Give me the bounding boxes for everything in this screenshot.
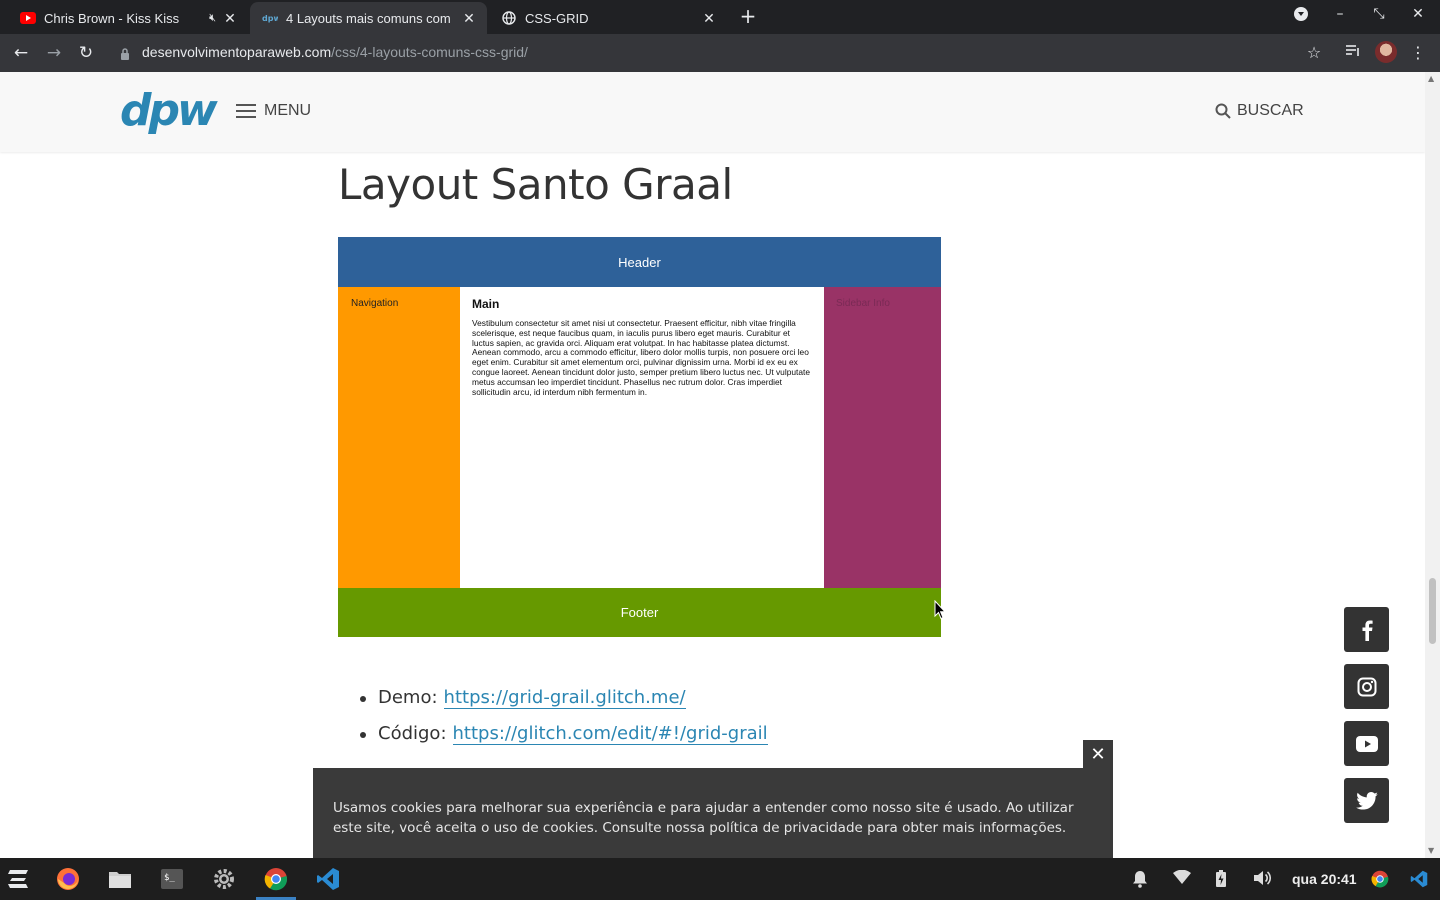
facebook-icon — [1362, 620, 1373, 641]
link-label: Código: — [378, 723, 447, 744]
mouse-cursor-icon — [934, 600, 946, 620]
instagram-button[interactable] — [1344, 664, 1389, 709]
tab-title: CSS-GRID — [525, 10, 589, 26]
web-page: dpw MENU BUSCAR Layout Santo Graal Heade… — [0, 72, 1425, 858]
lock-icon[interactable] — [120, 45, 130, 64]
figure-sidebar: Sidebar Info — [824, 287, 941, 588]
search-button[interactable]: BUSCAR — [1215, 102, 1304, 120]
forward-arrow-icon[interactable]: → — [43, 42, 65, 64]
close-tab-icon[interactable]: ✕ — [461, 10, 477, 27]
tab-title: 4 Layouts mais comuns com — [286, 10, 451, 26]
menu-label: MENU — [264, 102, 312, 119]
twitter-icon — [1355, 791, 1378, 810]
firefox-icon[interactable] — [55, 866, 81, 892]
figure-footer: Footer — [338, 588, 941, 637]
tab-title: Chris Brown - Kiss Kiss — [44, 10, 180, 26]
instagram-icon — [1357, 677, 1376, 696]
wifi-icon[interactable] — [1173, 869, 1191, 888]
scroll-down-arrow-icon[interactable]: ▼ — [1428, 846, 1434, 855]
volume-icon[interactable] — [1253, 870, 1272, 890]
close-window-icon[interactable]: ✕ — [1408, 6, 1428, 22]
notification-bell-icon[interactable] — [1132, 870, 1148, 892]
bookmark-star-icon[interactable]: ☆ — [1303, 43, 1325, 62]
tab-4-layouts[interactable]: dpw 4 Layouts mais comuns com ✕ — [250, 2, 487, 34]
figure-navigation: Navigation — [338, 287, 460, 588]
url-path: /css/4-layouts-comuns-css-grid/ — [331, 44, 528, 60]
svg-text:$_: $_ — [164, 873, 175, 883]
chrome-tray-icon[interactable] — [1371, 870, 1389, 892]
os-taskbar: $_ qua 20:41 — [0, 858, 1440, 900]
browser-tab-strip: Chris Brown - Kiss Kiss 🔇︎ ✕ dpw 4 Layou… — [0, 0, 1440, 34]
restore-icon[interactable]: ⤡ — [1369, 6, 1389, 22]
new-tab-button[interactable]: + — [738, 6, 758, 26]
dpw-icon: dpw — [262, 10, 278, 26]
youtube-icon — [1355, 735, 1378, 752]
youtube-button[interactable] — [1344, 721, 1389, 766]
terminal-icon[interactable]: $_ — [159, 866, 185, 892]
profile-avatar[interactable] — [1375, 41, 1397, 63]
clock[interactable]: qua 20:41 — [1292, 871, 1357, 887]
scroll-up-arrow-icon[interactable]: ▲ — [1428, 74, 1434, 83]
back-arrow-icon[interactable]: ← — [10, 42, 32, 64]
cookie-banner: Usamos cookies para melhorar sua experiê… — [313, 768, 1113, 858]
close-tab-icon[interactable]: ✕ — [222, 10, 238, 27]
search-icon — [1215, 103, 1231, 119]
search-label: BUSCAR — [1237, 102, 1304, 119]
zorin-menu-icon[interactable] — [6, 866, 32, 892]
globe-icon — [501, 10, 517, 26]
figure-main: Main Vestibulum consectetur sit amet nis… — [460, 287, 824, 588]
battery-icon[interactable] — [1215, 870, 1227, 892]
page-scrollbar[interactable]: ▲ ▼ — [1425, 72, 1440, 858]
site-header: dpw MENU BUSCAR — [0, 72, 1425, 152]
settings-gear-icon[interactable] — [211, 866, 237, 892]
address-toolbar: ← → ↻ desenvolvimentoparaweb.com/css/4-l… — [0, 34, 1440, 72]
link-list: Demo: https://grid-grail.glitch.me/ Códig… — [358, 682, 768, 754]
minimize-icon[interactable]: – — [1330, 6, 1350, 22]
svg-text:dpw: dpw — [262, 14, 278, 23]
tab-css-grid[interactable]: CSS-GRID ✕ — [489, 2, 727, 34]
media-queue-icon[interactable] — [1342, 43, 1364, 62]
article-heading: Layout Santo Graal — [338, 160, 733, 209]
tab-youtube[interactable]: Chris Brown - Kiss Kiss 🔇︎ ✕ — [8, 2, 248, 34]
chrome-icon[interactable] — [263, 866, 289, 892]
cookie-text: Usamos cookies para melhorar sua experiê… — [333, 800, 1074, 836]
site-logo[interactable]: dpw — [120, 89, 218, 133]
cookie-close-button[interactable]: ✕ — [1083, 740, 1113, 770]
figure-main-title: Main — [472, 297, 500, 311]
list-item: Demo: https://grid-grail.glitch.me/ — [358, 682, 768, 718]
figure-main-text: Vestibulum consectetur sit amet nisi ut … — [472, 318, 810, 397]
hamburger-icon — [236, 104, 256, 118]
code-link[interactable]: https://glitch.com/edit/#!/grid-grail — [452, 723, 768, 745]
demo-link[interactable]: https://grid-grail.glitch.me/ — [443, 687, 686, 709]
speaker-muted-icon[interactable]: 🔇︎ — [209, 12, 216, 25]
youtube-icon — [20, 10, 36, 26]
vscode-tray-icon[interactable] — [1410, 870, 1428, 892]
kebab-menu-icon[interactable]: ⋮ — [1407, 43, 1429, 62]
facebook-button[interactable] — [1344, 607, 1389, 652]
files-folder-icon[interactable] — [107, 866, 133, 892]
list-item: Código: https://glitch.com/edit/#!/grid-g… — [358, 718, 768, 754]
menu-button[interactable]: MENU — [236, 102, 311, 120]
holy-grail-figure: Header Navigation Main Vestibulum consec… — [338, 237, 941, 637]
figure-header: Header — [338, 237, 941, 287]
scrollbar-thumb[interactable] — [1429, 578, 1436, 644]
extension-icon[interactable] — [1291, 6, 1311, 26]
reload-icon[interactable]: ↻ — [75, 42, 97, 64]
url-host: desenvolvimentoparaweb.com — [142, 44, 332, 60]
url-field[interactable]: desenvolvimentoparaweb.com/css/4-layouts… — [142, 44, 528, 60]
twitter-button[interactable] — [1344, 778, 1389, 823]
close-tab-icon[interactable]: ✕ — [701, 10, 717, 27]
link-label: Demo: — [378, 687, 438, 708]
vscode-icon[interactable] — [315, 866, 341, 892]
